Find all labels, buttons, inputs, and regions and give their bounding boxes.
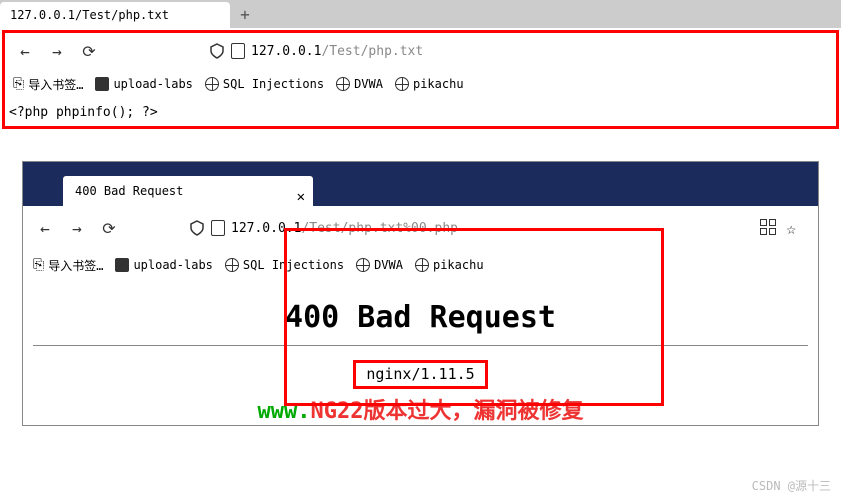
folder-icon xyxy=(115,258,129,272)
url-text: 127.0.0.1/Test/php.txt xyxy=(251,44,423,59)
url-text: 127.0.0.1/Test/php.txt%00.php xyxy=(231,221,458,236)
import-icon: ⎘ xyxy=(33,257,44,273)
bottom-tab-strip: 400 Bad Request ✕ xyxy=(23,162,818,206)
bookmark-label: upload-labs xyxy=(133,258,212,272)
shield-icon xyxy=(189,220,205,236)
footer-mixed: NG22 xyxy=(310,399,363,424)
bookmark-dvwa[interactable]: DVWA xyxy=(336,77,383,91)
bookmark-label: pikachu xyxy=(433,258,484,272)
bookmark-pikachu[interactable]: pikachu xyxy=(415,258,484,272)
bookmark-dvwa[interactable]: DVWA xyxy=(356,258,403,272)
globe-icon xyxy=(415,258,429,272)
top-browser-highlight: ← → ⟳ 127.0.0.1/Test/php.txt ⎘导入书签… uplo… xyxy=(2,30,839,129)
browser-chrome: ← → ⟳ 127.0.0.1/Test/php.txt%00.php ☆ ⎘导… xyxy=(23,206,818,425)
bookmark-label: DVWA xyxy=(374,258,403,272)
globe-icon xyxy=(395,77,409,91)
server-info-row: nginx/1.11.5 xyxy=(23,346,818,393)
error-heading: 400 Bad Request xyxy=(23,290,818,345)
folder-icon xyxy=(95,77,109,91)
globe-icon xyxy=(225,258,239,272)
bookmark-star-button[interactable]: ☆ xyxy=(786,219,796,238)
shield-icon xyxy=(209,43,225,59)
bookmarks-bar: ⎘导入书签… upload-labs SQL Injections DVWA p… xyxy=(23,250,818,280)
annotation-text: www.NG22版本过大，漏洞被修复 xyxy=(23,393,818,425)
top-tab-strip: 127.0.0.1/Test/php.txt + xyxy=(0,0,841,28)
watermark: CSDN @源十三 xyxy=(752,477,831,494)
bookmark-label: 导入书签… xyxy=(28,76,83,93)
nav-bar: ← → ⟳ 127.0.0.1/Test/php.txt xyxy=(5,33,836,69)
bookmark-label: 导入书签… xyxy=(48,257,103,274)
page-icon xyxy=(231,43,245,59)
globe-icon xyxy=(356,258,370,272)
import-icon: ⎘ xyxy=(13,76,24,92)
back-button[interactable]: ← xyxy=(13,39,37,63)
footer-www: www. xyxy=(258,399,311,424)
toolbar-right: ☆ xyxy=(760,219,808,238)
address-bar[interactable]: 127.0.0.1/Test/php.txt%00.php xyxy=(189,220,752,236)
php-code-text: <?php phpinfo(); ?> xyxy=(9,105,158,120)
bookmark-label: SQL Injections xyxy=(243,258,344,272)
forward-button[interactable]: → xyxy=(45,39,69,63)
qr-icon[interactable] xyxy=(760,219,776,235)
page-content: <?php phpinfo(); ?> xyxy=(5,99,836,126)
close-tab-button[interactable]: ✕ xyxy=(297,182,305,212)
import-bookmarks[interactable]: ⎘导入书签… xyxy=(13,76,83,93)
footer-message: 版本过大，漏洞被修复 xyxy=(363,399,583,424)
browser-tab[interactable]: 127.0.0.1/Test/php.txt xyxy=(0,2,230,28)
bookmark-label: SQL Injections xyxy=(223,77,324,91)
reload-button[interactable]: ⟳ xyxy=(97,216,121,240)
bookmark-label: DVWA xyxy=(354,77,383,91)
page-icon xyxy=(211,220,225,236)
bookmark-upload-labs[interactable]: upload-labs xyxy=(95,77,192,91)
reload-button[interactable]: ⟳ xyxy=(77,39,101,63)
bookmark-label: upload-labs xyxy=(113,77,192,91)
tab-title-text: 400 Bad Request xyxy=(75,184,183,198)
tab-title-text: 127.0.0.1/Test/php.txt xyxy=(10,8,169,22)
address-bar[interactable]: 127.0.0.1/Test/php.txt xyxy=(209,37,423,65)
bookmark-sql-injections[interactable]: SQL Injections xyxy=(205,77,324,91)
bookmark-sql-injections[interactable]: SQL Injections xyxy=(225,258,344,272)
back-button[interactable]: ← xyxy=(33,216,57,240)
bookmarks-bar: ⎘导入书签… upload-labs SQL Injections DVWA p… xyxy=(5,69,836,99)
server-version-box: nginx/1.11.5 xyxy=(353,360,487,389)
bottom-browser: 400 Bad Request ✕ ← → ⟳ 127.0.0.1/Test/p… xyxy=(22,161,819,426)
bookmark-label: pikachu xyxy=(413,77,464,91)
globe-icon xyxy=(205,77,219,91)
bookmark-upload-labs[interactable]: upload-labs xyxy=(115,258,212,272)
import-bookmarks[interactable]: ⎘导入书签… xyxy=(33,257,103,274)
new-tab-button[interactable]: + xyxy=(230,2,260,28)
globe-icon xyxy=(336,77,350,91)
bookmark-pikachu[interactable]: pikachu xyxy=(395,77,464,91)
browser-tab[interactable]: 400 Bad Request ✕ xyxy=(63,176,313,206)
nav-bar: ← → ⟳ 127.0.0.1/Test/php.txt%00.php ☆ xyxy=(23,206,818,250)
forward-button[interactable]: → xyxy=(65,216,89,240)
